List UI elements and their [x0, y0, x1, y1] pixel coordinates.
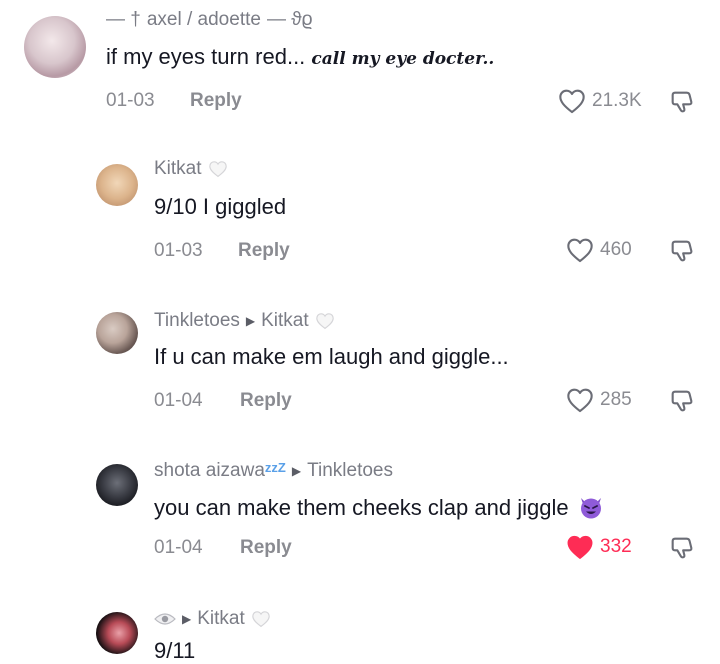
comment-text: 9/11: [154, 638, 196, 663]
comment-date: 01-03: [154, 240, 203, 261]
author-name: axel / adoette: [146, 9, 261, 30]
comment-author[interactable]: Tinkletoes ▶ Kitkat: [154, 310, 335, 332]
comment-2: Tinkletoes ▶ Kitkat If u can make em lau…: [0, 290, 720, 440]
comment-date: 01-03: [106, 90, 155, 111]
dislike-button[interactable]: [668, 387, 696, 420]
reply-to-name: Kitkat: [197, 608, 245, 629]
dislike-icon: [671, 537, 693, 559]
avatar[interactable]: [96, 312, 138, 354]
heart-icon: [567, 238, 593, 263]
comment-date: 01-04: [154, 390, 203, 411]
author-suffix: — ϑϱ: [266, 9, 313, 30]
comment-text: you can make them cheeks clap and jiggle: [154, 494, 604, 521]
author-name: Kitkat: [154, 158, 202, 179]
comment-text: 9/10 I giggled: [154, 194, 287, 219]
comment-text-main: if my eyes turn red...: [106, 44, 306, 69]
like-count: 332: [600, 536, 632, 557]
comment-author[interactable]: shota aizawazzZ ▶ Tinkletoes: [154, 460, 393, 482]
like-count: 21.3K: [592, 90, 642, 111]
author-name: shota aizawazzZ: [154, 460, 286, 481]
like-button[interactable]: 460: [566, 237, 632, 263]
heart-filled-icon: [567, 535, 593, 559]
comment-0: — † axel / adoette — ϑϱ if my eyes turn …: [0, 0, 720, 130]
comment-text-main: you can make them cheeks clap and jiggle: [154, 495, 569, 520]
reply-button[interactable]: Reply: [190, 90, 242, 112]
comment-text: if my eyes turn red... call my eye docte…: [106, 44, 494, 70]
reply-arrow-icon: ▶: [182, 612, 192, 626]
dislike-button[interactable]: [668, 88, 696, 121]
author-name: Tinkletoes: [154, 310, 240, 331]
smiling-devil-emoji: [580, 498, 601, 519]
like-button[interactable]: 332: [566, 534, 632, 560]
like-count: 285: [600, 389, 632, 410]
white-heart-icon: [208, 161, 227, 178]
like-button[interactable]: 21.3K: [558, 88, 642, 114]
sleep-icon: zzZ: [264, 460, 286, 475]
reply-arrow-icon: ▶: [291, 464, 302, 478]
avatar[interactable]: [24, 16, 86, 78]
comment-author[interactable]: — † axel / adoette — ϑϱ: [106, 9, 313, 31]
white-heart-icon: [252, 611, 270, 628]
reply-arrow-icon: ▶: [245, 314, 256, 328]
eye-icon: [154, 613, 176, 625]
comment-author[interactable]: ▶ Kitkat: [154, 608, 271, 630]
avatar[interactable]: [96, 612, 138, 654]
comment-4: ▶ Kitkat 9/11: [0, 590, 720, 663]
author-prefix: — †: [106, 9, 141, 30]
reply-to-name: Kitkat: [261, 310, 309, 331]
like-count: 460: [600, 239, 632, 260]
comment-author[interactable]: Kitkat: [154, 158, 228, 180]
avatar[interactable]: [96, 164, 138, 206]
dislike-icon: [671, 390, 693, 412]
reply-button[interactable]: Reply: [240, 537, 292, 559]
comment-1: Kitkat 9/10 I giggled 01-03 Reply 460: [0, 140, 720, 280]
reply-to-name: Tinkletoes: [307, 460, 393, 481]
comment-3: shota aizawazzZ ▶ Tinkletoes you can mak…: [0, 440, 720, 590]
avatar[interactable]: [96, 464, 138, 506]
like-button[interactable]: 285: [566, 387, 632, 413]
dislike-icon: [671, 91, 693, 113]
comment-text-script: call my eye docter..: [311, 49, 495, 69]
comment-date: 01-04: [154, 537, 203, 558]
reply-button[interactable]: Reply: [240, 390, 292, 412]
reply-button[interactable]: Reply: [238, 240, 290, 262]
heart-icon: [567, 388, 593, 413]
dislike-icon: [671, 240, 693, 262]
dislike-button[interactable]: [668, 534, 696, 567]
comment-text: If u can make em laugh and giggle...: [154, 344, 509, 369]
white-heart-icon: [315, 313, 334, 330]
dislike-button[interactable]: [668, 237, 696, 270]
heart-icon: [559, 89, 585, 114]
